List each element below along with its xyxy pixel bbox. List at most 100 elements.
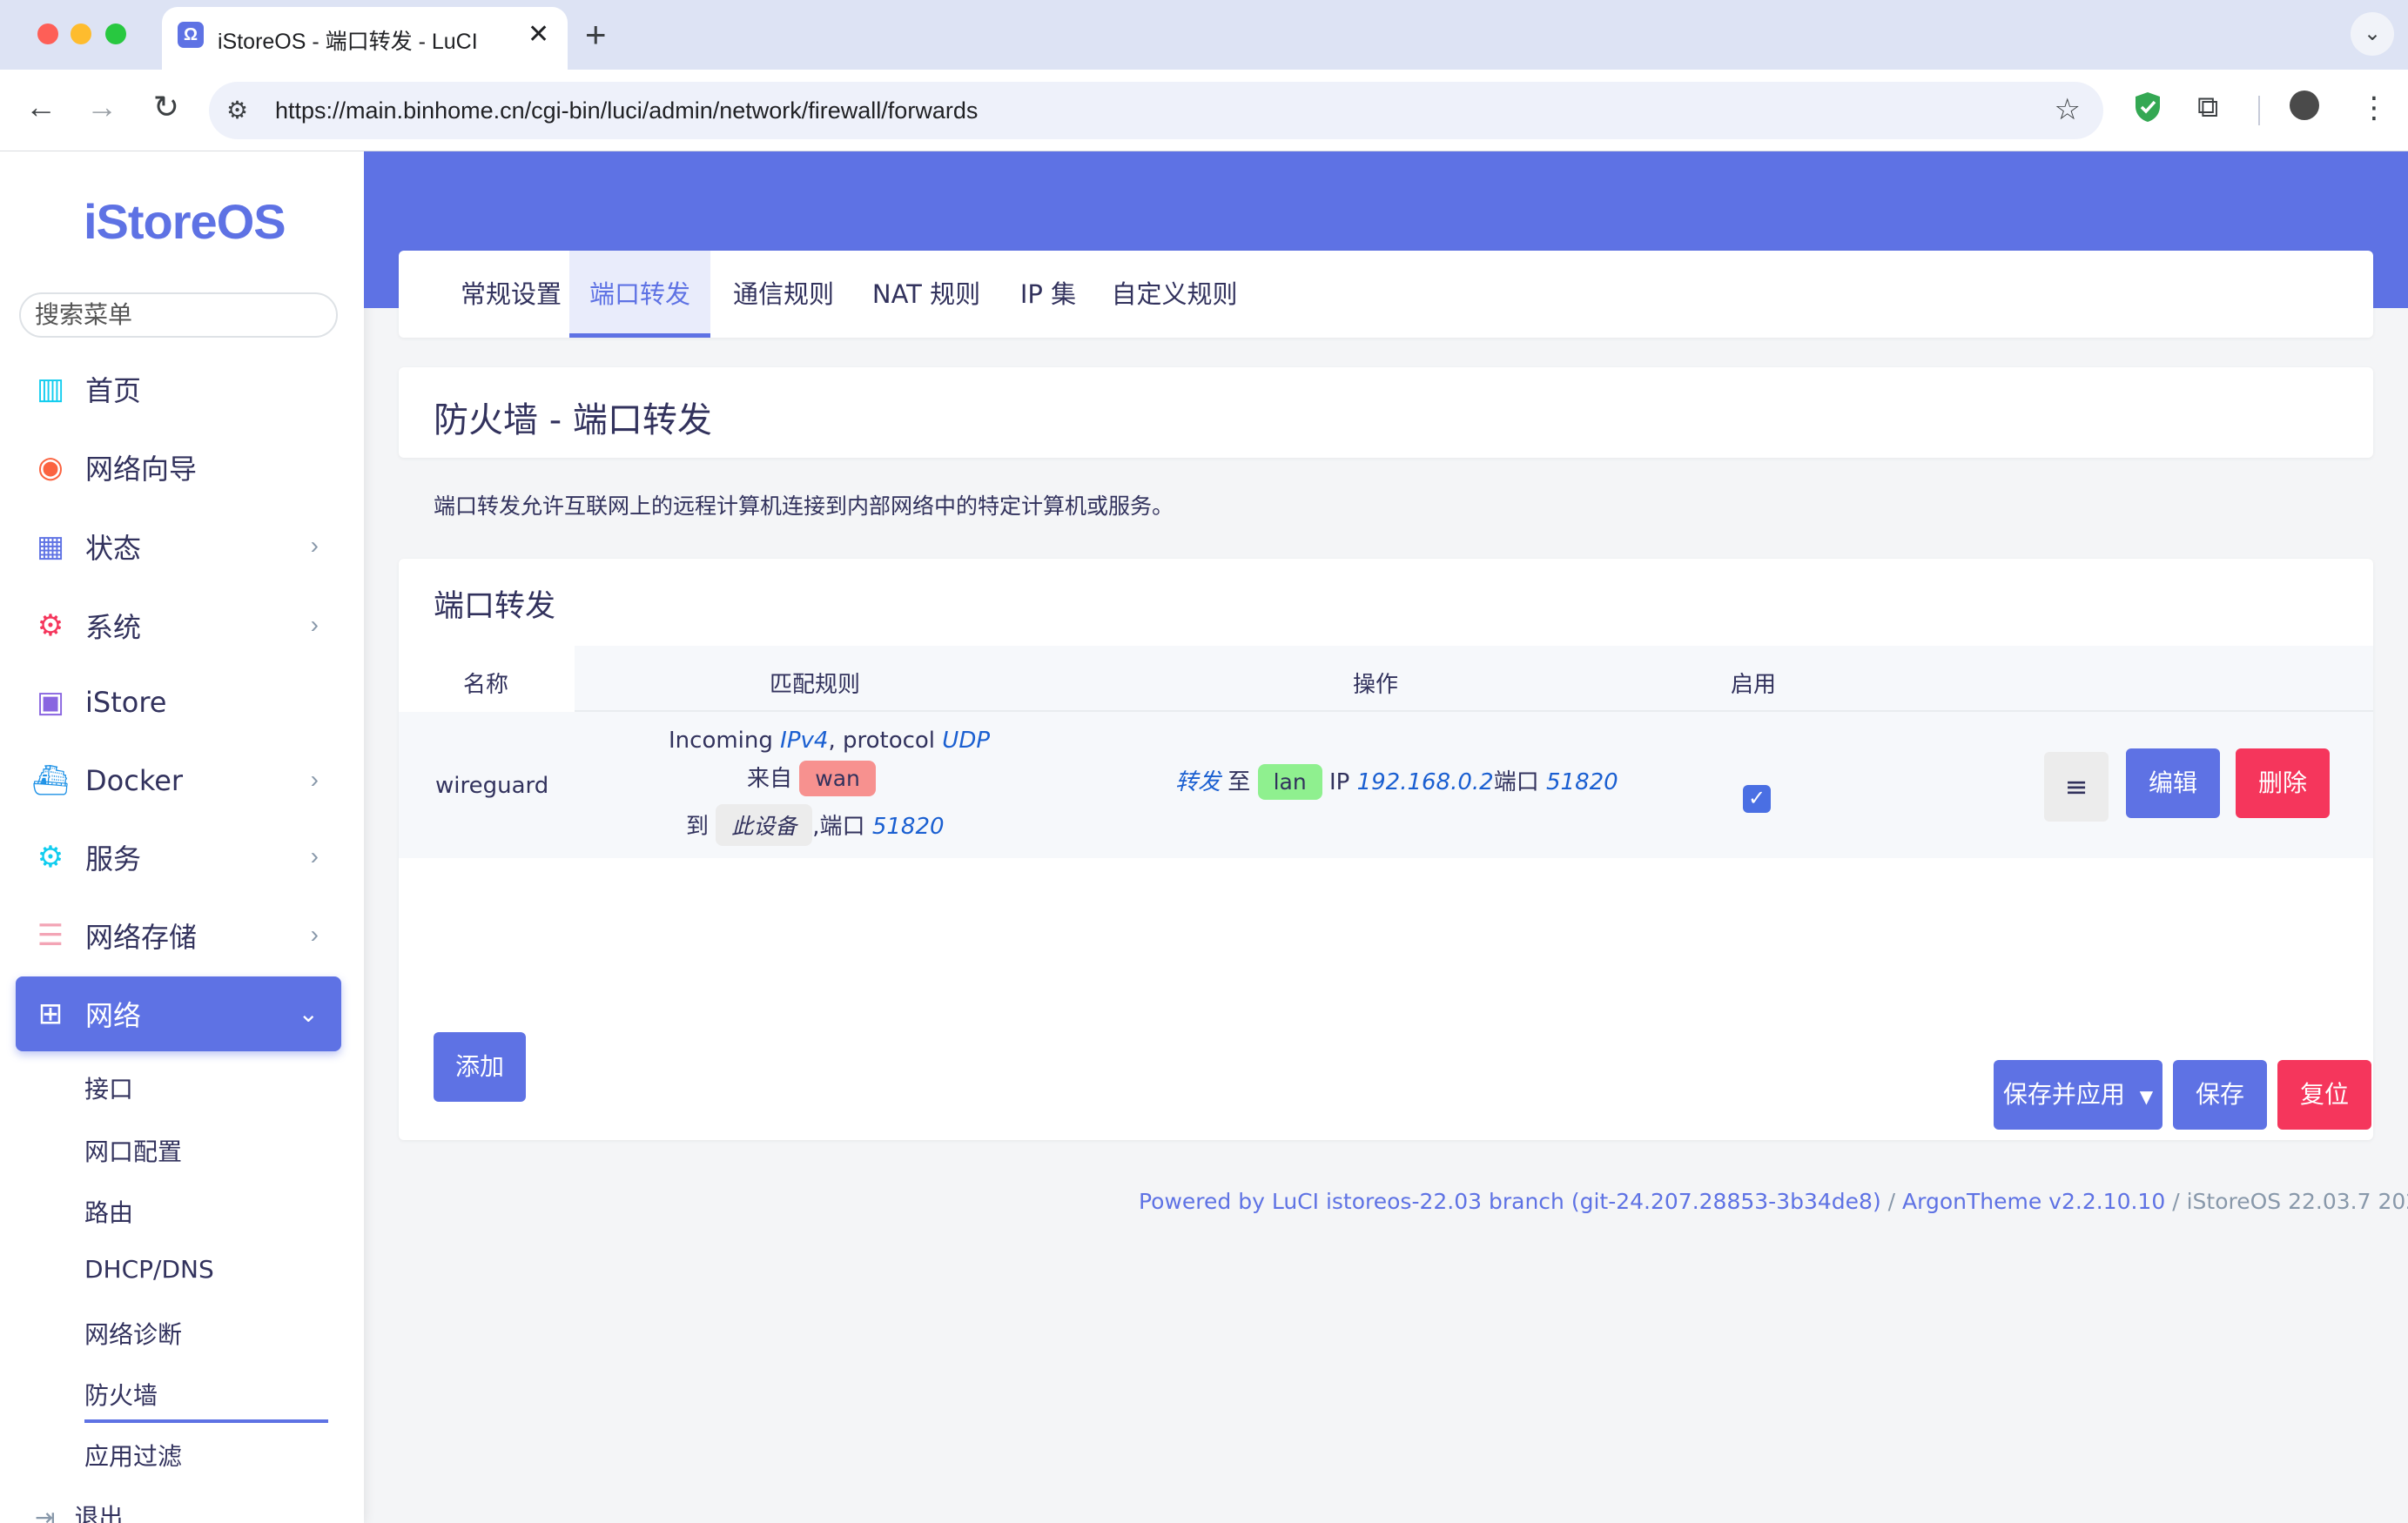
globe-icon: ◉ <box>37 451 64 484</box>
tab-traffic-rules[interactable]: 通信规则 <box>721 251 846 338</box>
rule-name: wireguard <box>435 773 549 799</box>
sidebar-item-wizard[interactable]: ◉ 网络向导 <box>16 430 341 505</box>
sidebar-item-services[interactable]: ⚙ 服务 › <box>16 820 341 895</box>
match-port: 51820 <box>871 814 945 840</box>
header-enabled: 启用 <box>1731 672 1777 698</box>
submenu-app-filter[interactable]: 应用过滤 <box>84 1438 182 1473</box>
tab-custom-rules[interactable]: 自定义规则 <box>1104 251 1245 338</box>
toolbar-divider <box>2258 96 2260 125</box>
dashboard-icon: ▦ <box>36 530 65 563</box>
device-badge: 此设备 <box>716 804 813 846</box>
page-tabs: 常规设置 端口转发 通信规则 NAT 规则 IP 集 自定义规则 <box>399 251 2373 338</box>
tab-nat-rules[interactable]: NAT 规则 <box>865 251 987 338</box>
docker-whale-icon: ⛴ <box>31 764 70 797</box>
zone-badge-lan: lan <box>1257 764 1322 800</box>
submenu-interfaces[interactable]: 接口 <box>84 1070 133 1105</box>
cogs-icon: ⚙ <box>37 841 64 874</box>
address-bar[interactable]: ⚙ https://main.binhome.cn/cgi-bin/luci/a… <box>209 82 2103 139</box>
footer-theme-link[interactable]: ArgonTheme v2.2.10.10 <box>1902 1189 2165 1214</box>
tab-close-icon[interactable]: ✕ <box>528 19 549 50</box>
edit-button[interactable]: 编辑 <box>2126 748 2220 818</box>
table-header: 名称 匹配规则 操作 启用 <box>399 646 2373 712</box>
logo[interactable]: iStoreOS <box>84 193 286 250</box>
chart-icon: ▥ <box>36 372 65 406</box>
browser-tab[interactable]: Ω iStoreOS - 端口转发 - LuCI ✕ <box>162 7 568 70</box>
chevron-right-icon: › <box>310 766 319 793</box>
new-tab-button[interactable]: + <box>585 14 607 56</box>
browser-tabbar: Ω iStoreOS - 端口转发 - LuCI ✕ + ⌄ <box>0 0 2408 70</box>
profile-avatar[interactable] <box>2290 91 2319 120</box>
sidebar-item-system[interactable]: ⚙ 系统 › <box>16 588 341 663</box>
chevron-right-icon: › <box>310 921 319 948</box>
header-match: 匹配规则 <box>770 672 861 698</box>
submenu-firewall[interactable]: 防火墙 <box>84 1377 158 1412</box>
store-bag-icon: ▣ <box>36 686 65 719</box>
bookmark-star-icon[interactable]: ☆ <box>2055 92 2081 127</box>
sidebar-item-docker[interactable]: ⛴ Docker › <box>16 743 341 818</box>
action-forward: 转发 <box>1175 769 1221 795</box>
gear-icon: ⚙ <box>37 609 64 642</box>
action-port: 51820 <box>1546 769 1618 795</box>
tab-general[interactable]: 常规设置 <box>439 251 583 338</box>
match-line-3: 到 此设备 ,端口 51820 <box>686 804 945 846</box>
submenu-routes[interactable]: 路由 <box>84 1194 133 1229</box>
footer: Powered by LuCI istoreos-22.03 branch (g… <box>1139 1189 2408 1214</box>
zone-badge-wan: wan <box>799 761 876 796</box>
submenu-port-config[interactable]: 网口配置 <box>84 1133 182 1168</box>
back-arrow-icon[interactable]: ← <box>19 89 63 125</box>
chevron-right-icon: › <box>310 842 319 869</box>
browser-toolbar: ← → ↻ ⚙ https://main.binhome.cn/cgi-bin/… <box>0 70 2408 151</box>
sidebar-item-logout[interactable]: ⇥ 退出 <box>35 1499 123 1523</box>
sidebar: iStoreOS 搜索菜单 ▥ 首页 ◉ 网络向导 ▦ 状态 › ⚙ 系统 › … <box>0 151 364 1523</box>
submenu-dhcp-dns[interactable]: DHCP/DNS <box>84 1255 214 1284</box>
reload-icon[interactable]: ↻ <box>145 89 188 125</box>
add-button[interactable]: 添加 <box>434 1032 526 1102</box>
save-apply-button[interactable]: 保存并应用 ▼ <box>1994 1060 2162 1130</box>
table-row: wireguard Incoming IPv4, protocol UDP 来自… <box>399 712 2373 858</box>
footer-version: iStoreOS 22.03.7 2024080210 <box>2186 1189 2408 1214</box>
tab-search-chevron-icon[interactable]: ⌄ <box>2351 12 2394 56</box>
sidebar-item-home[interactable]: ▥ 首页 <box>16 352 341 426</box>
header-name: 名称 <box>463 672 509 698</box>
caret-down-icon[interactable]: ▼ <box>2140 1086 2153 1107</box>
window-minimize-button[interactable] <box>71 23 91 44</box>
drag-handle-button[interactable]: ≡ <box>2044 752 2109 822</box>
window-zoom-button[interactable] <box>105 23 126 44</box>
active-underline <box>84 1419 328 1423</box>
window-close-button[interactable] <box>37 23 58 44</box>
match-ipv4: IPv4 <box>780 728 829 754</box>
logout-icon: ⇥ <box>35 1503 56 1523</box>
browser-menu-icon[interactable]: ⋮ <box>2359 91 2389 125</box>
section-title: 端口转发 <box>434 589 556 624</box>
page-title: 防火墙 - 端口转发 <box>434 400 712 440</box>
tab-ip-sets[interactable]: IP 集 <box>1003 251 1093 338</box>
site-settings-icon[interactable]: ⚙ <box>226 96 248 124</box>
match-protocol: UDP <box>942 728 991 754</box>
chevron-right-icon: › <box>310 611 319 638</box>
action-ip: 192.168.0.2 <box>1356 769 1494 795</box>
page: iStoreOS 搜索菜单 ▥ 首页 ◉ 网络向导 ▦ 状态 › ⚙ 系统 › … <box>0 151 2408 1523</box>
database-icon: ☰ <box>37 919 64 952</box>
sidebar-item-storage[interactable]: ☰ 网络存储 › <box>16 898 341 973</box>
shield-extension-icon[interactable] <box>2133 91 2162 124</box>
match-line-1: Incoming IPv4, protocol UDP <box>669 728 991 754</box>
sidebar-item-istore[interactable]: ▣ iStore <box>16 665 341 740</box>
save-button[interactable]: 保存 <box>2173 1060 2267 1130</box>
url-text[interactable]: https://main.binhome.cn/cgi-bin/luci/adm… <box>275 97 978 124</box>
extensions-puzzle-icon[interactable]: ⧉ <box>2197 91 2218 124</box>
network-tree-icon: ⊞ <box>37 997 64 1030</box>
submenu-diagnostics[interactable]: 网络诊断 <box>84 1316 182 1351</box>
sidebar-item-network[interactable]: ⊞ 网络 ⌄ <box>16 976 341 1051</box>
forward-arrow-icon[interactable]: → <box>80 89 124 125</box>
enabled-checkbox[interactable]: ✓ <box>1743 785 1771 813</box>
chevron-down-icon: ⌄ <box>298 1000 319 1027</box>
page-description: 端口转发允许互联网上的远程计算机连接到内部网络中的特定计算机或服务。 <box>434 493 1174 519</box>
port-forwards-section: 端口转发 名称 匹配规则 操作 启用 wireguard Incoming IP… <box>399 559 2373 1140</box>
delete-button[interactable]: 删除 <box>2236 748 2330 818</box>
footer-luci-link[interactable]: Powered by LuCI istoreos-22.03 branch (g… <box>1139 1189 1881 1214</box>
menu-search-input[interactable]: 搜索菜单 <box>19 292 338 338</box>
sidebar-item-status[interactable]: ▦ 状态 › <box>16 509 341 584</box>
tab-port-forwards[interactable]: 端口转发 <box>569 251 710 338</box>
action-cell: 转发 至 lan IP 192.168.0.2端口 51820 <box>1175 764 1618 800</box>
reset-button[interactable]: 复位 <box>2277 1060 2371 1130</box>
